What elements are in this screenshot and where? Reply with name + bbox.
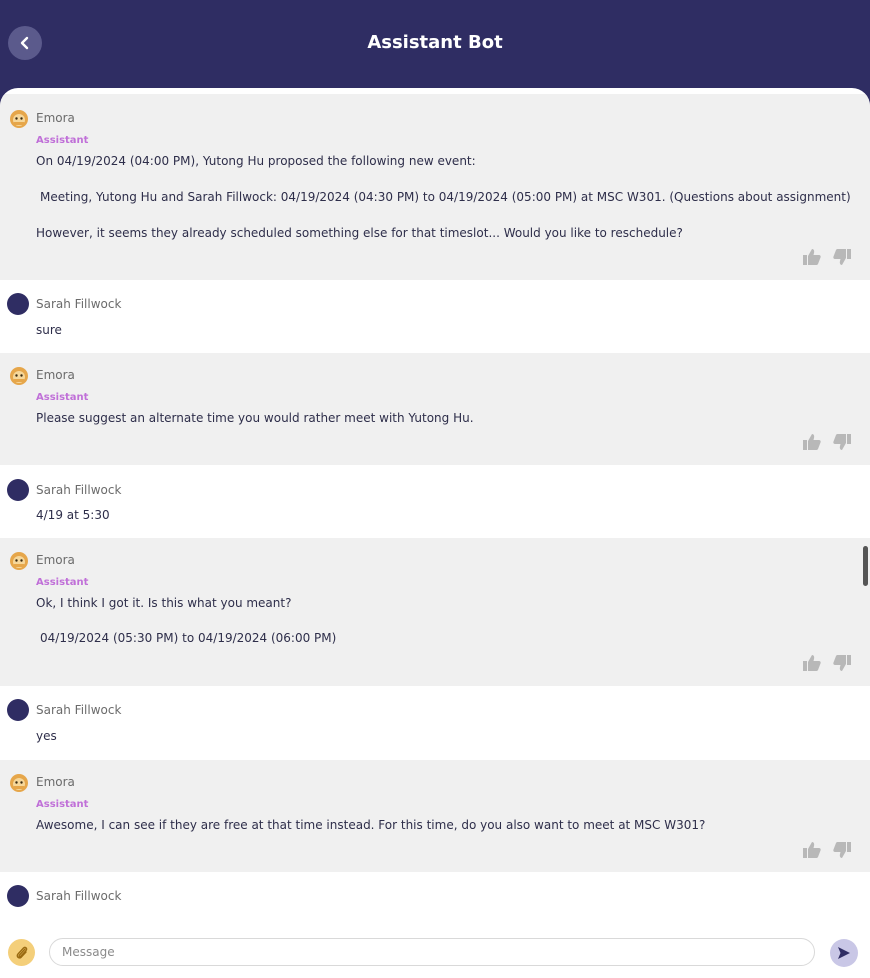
thumbs-up-icon[interactable] — [802, 433, 822, 451]
send-button[interactable] — [830, 939, 858, 967]
avatar — [7, 699, 29, 721]
user-message: Sarah Fillwock yes — [0, 686, 870, 760]
bot-message: Emora Assistant Ok, I think I got it. Is… — [0, 538, 870, 686]
header-bar: Assistant Bot — [0, 0, 870, 100]
sender-name: Sarah Fillwock — [36, 483, 122, 497]
message-text: However, it seems they already scheduled… — [36, 226, 683, 240]
monkey-avatar-icon — [10, 774, 28, 792]
message-text: On 04/19/2024 (04:00 PM), Yutong Hu prop… — [36, 154, 476, 168]
message-list[interactable]: Emora Assistant On 04/19/2024 (04:00 PM)… — [0, 94, 870, 932]
user-message: Sarah Fillwock sure — [0, 280, 870, 353]
thumbs-down-icon[interactable] — [832, 433, 852, 451]
sender-name: Sarah Fillwock — [36, 297, 122, 311]
thumbs-up-icon[interactable] — [802, 841, 822, 859]
thumbs-up-icon[interactable] — [802, 248, 822, 266]
role-label: Assistant — [36, 799, 89, 810]
message-text: Awesome, I can see if they are free at t… — [36, 818, 706, 832]
thumbs-down-icon[interactable] — [832, 248, 852, 266]
message-text: 4/19 at 5:30 — [36, 508, 110, 522]
bot-message: Emora Assistant Awesome, I can see if th… — [0, 760, 870, 872]
monkey-avatar-icon — [10, 110, 28, 128]
scrollbar[interactable] — [863, 546, 868, 586]
monkey-avatar-icon — [10, 367, 28, 385]
bot-message: Emora Assistant On 04/19/2024 (04:00 PM)… — [0, 94, 870, 280]
role-label: Assistant — [36, 392, 89, 403]
avatar — [7, 479, 29, 501]
role-label: Assistant — [36, 135, 89, 146]
sender-name: Emora — [36, 775, 75, 789]
message-text: sure — [36, 323, 62, 337]
paperclip-icon — [16, 946, 27, 959]
message-text: Ok, I think I got it. Is this what you m… — [36, 596, 292, 610]
avatar — [7, 293, 29, 315]
bot-message: Emora Assistant Please suggest an altern… — [0, 353, 870, 465]
sender-name: Sarah Fillwock — [36, 889, 122, 903]
monkey-avatar-icon — [10, 552, 28, 570]
sender-name: Sarah Fillwock — [36, 703, 122, 717]
message-text: 04/19/2024 (05:30 PM) to 04/19/2024 (06:… — [40, 631, 337, 645]
sender-name: Emora — [36, 368, 75, 382]
user-message: Sarah Fillwock 4/19 at 5:30 — [0, 465, 870, 538]
message-text: Please suggest an alternate time you wou… — [36, 411, 474, 425]
chat-panel: Emora Assistant On 04/19/2024 (04:00 PM)… — [0, 88, 870, 978]
page-title: Assistant Bot — [367, 32, 503, 53]
thumbs-up-icon[interactable] — [802, 654, 822, 672]
thumbs-down-icon[interactable] — [832, 841, 852, 859]
avatar — [7, 885, 29, 907]
message-input[interactable] — [49, 938, 815, 966]
user-message: Sarah Fillwock — [0, 872, 870, 932]
message-composer — [0, 933, 870, 978]
send-icon — [838, 947, 850, 959]
attach-button[interactable] — [8, 939, 35, 966]
sender-name: Emora — [36, 111, 75, 125]
message-text: Meeting, Yutong Hu and Sarah Fillwock: 0… — [40, 190, 851, 204]
message-text: yes — [36, 729, 57, 743]
thumbs-down-icon[interactable] — [832, 654, 852, 672]
sender-name: Emora — [36, 553, 75, 567]
role-label: Assistant — [36, 577, 89, 588]
